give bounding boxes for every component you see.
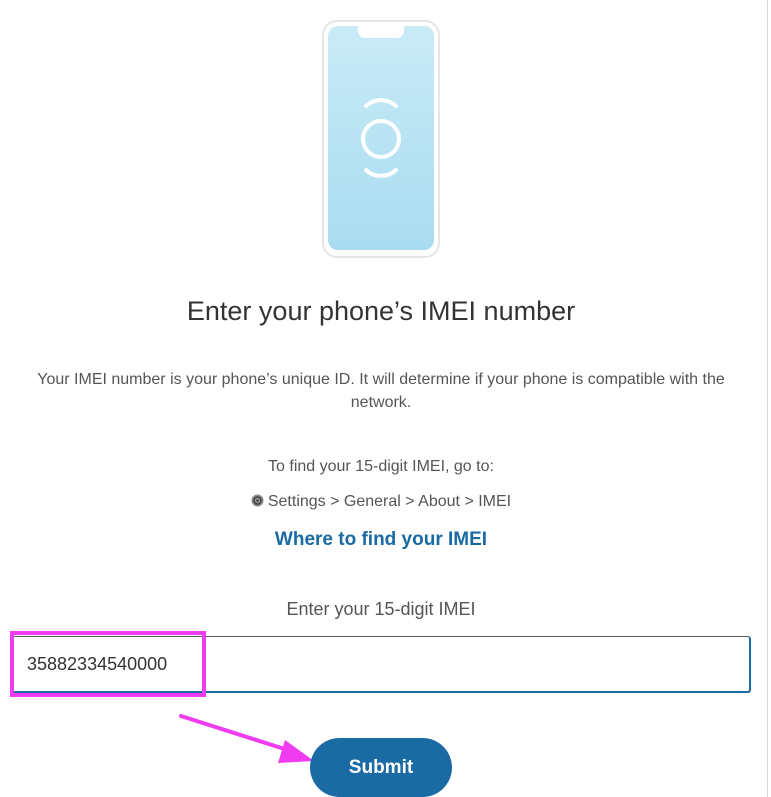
submit-button[interactable]: Submit	[310, 738, 452, 797]
settings-gear-icon	[251, 494, 264, 507]
settings-path: Settings > General > About > IMEI	[0, 493, 762, 511]
imei-field-label: Enter your 15-digit IMEI	[286, 599, 476, 619]
page-divider	[767, 0, 768, 797]
imei-input[interactable]	[12, 636, 751, 693]
phone-face-id-icon	[322, 20, 440, 258]
settings-path-text: Settings > General > About > IMEI	[267, 493, 512, 510]
imei-description: Your IMEI number is your phone’s unique …	[37, 371, 725, 411]
find-imei-instructions: To find your 15-digit IMEI, go to:	[268, 458, 494, 475]
imei-entry-page: Enter your phone’s IMEI number Your IMEI…	[0, 0, 771, 797]
page-title: Enter your phone’s IMEI number	[186, 296, 576, 326]
where-to-find-imei-link[interactable]: Where to find your IMEI	[0, 529, 762, 551]
